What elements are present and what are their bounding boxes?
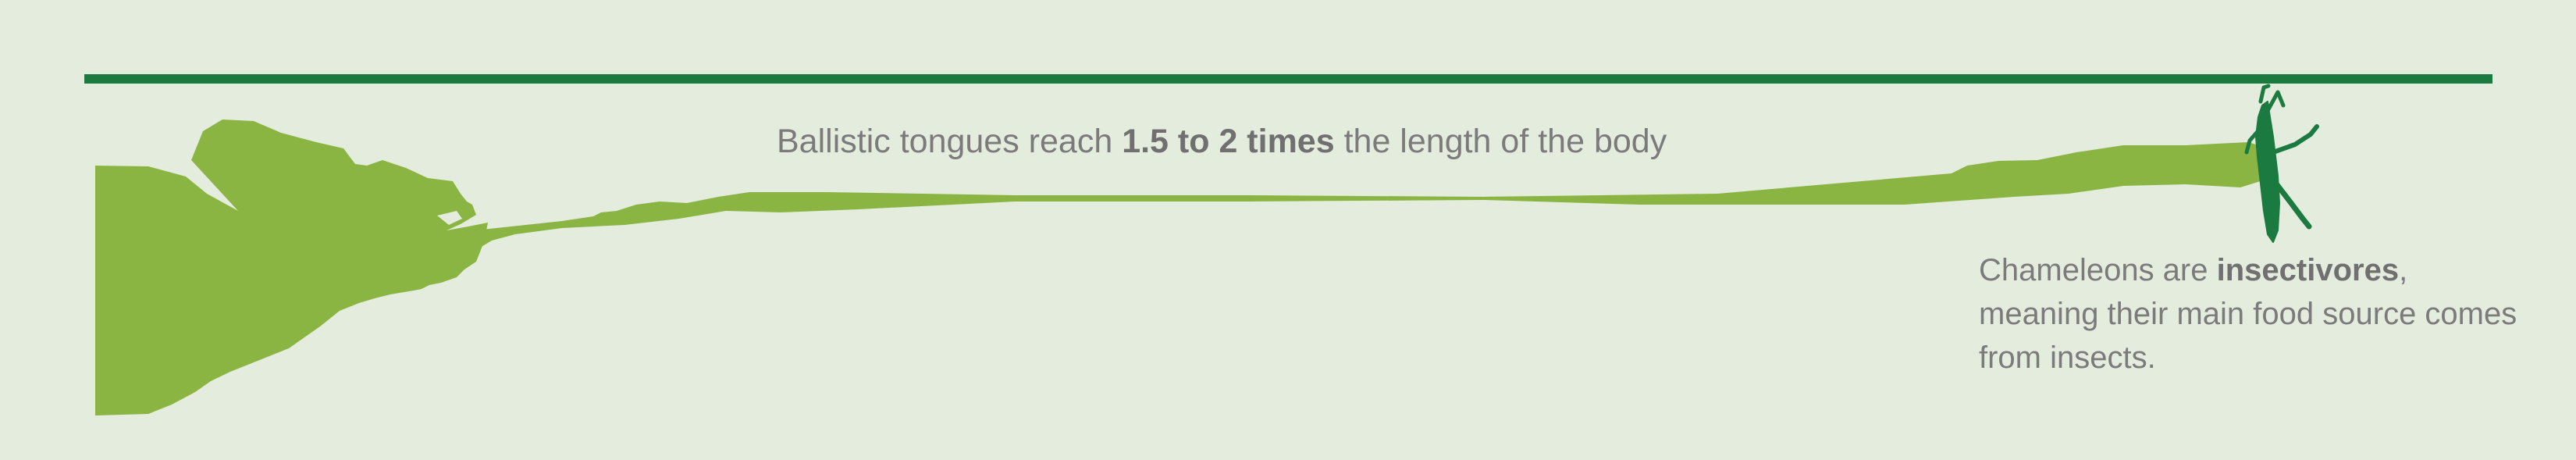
tongue-caption-before: Ballistic tongues reach bbox=[777, 123, 1123, 160]
illustration bbox=[95, 84, 2319, 415]
insectivore-caption-before: Chameleons are bbox=[1979, 253, 2217, 287]
tongue-caption-after: the length of the body bbox=[1334, 123, 1667, 160]
tongue-caption-bold: 1.5 to 2 times bbox=[1122, 123, 1335, 160]
infographic-canvas: Ballistic tongues reach 1.5 to 2 times t… bbox=[0, 0, 2576, 460]
insectivore-caption: Chameleons are insectivores, meaning the… bbox=[1979, 248, 2525, 380]
tongue-length-caption: Ballistic tongues reach 1.5 to 2 times t… bbox=[777, 122, 1667, 162]
insectivore-caption-bold: insectivores bbox=[2216, 253, 2400, 287]
chameleon-silhouette-icon bbox=[95, 119, 488, 415]
